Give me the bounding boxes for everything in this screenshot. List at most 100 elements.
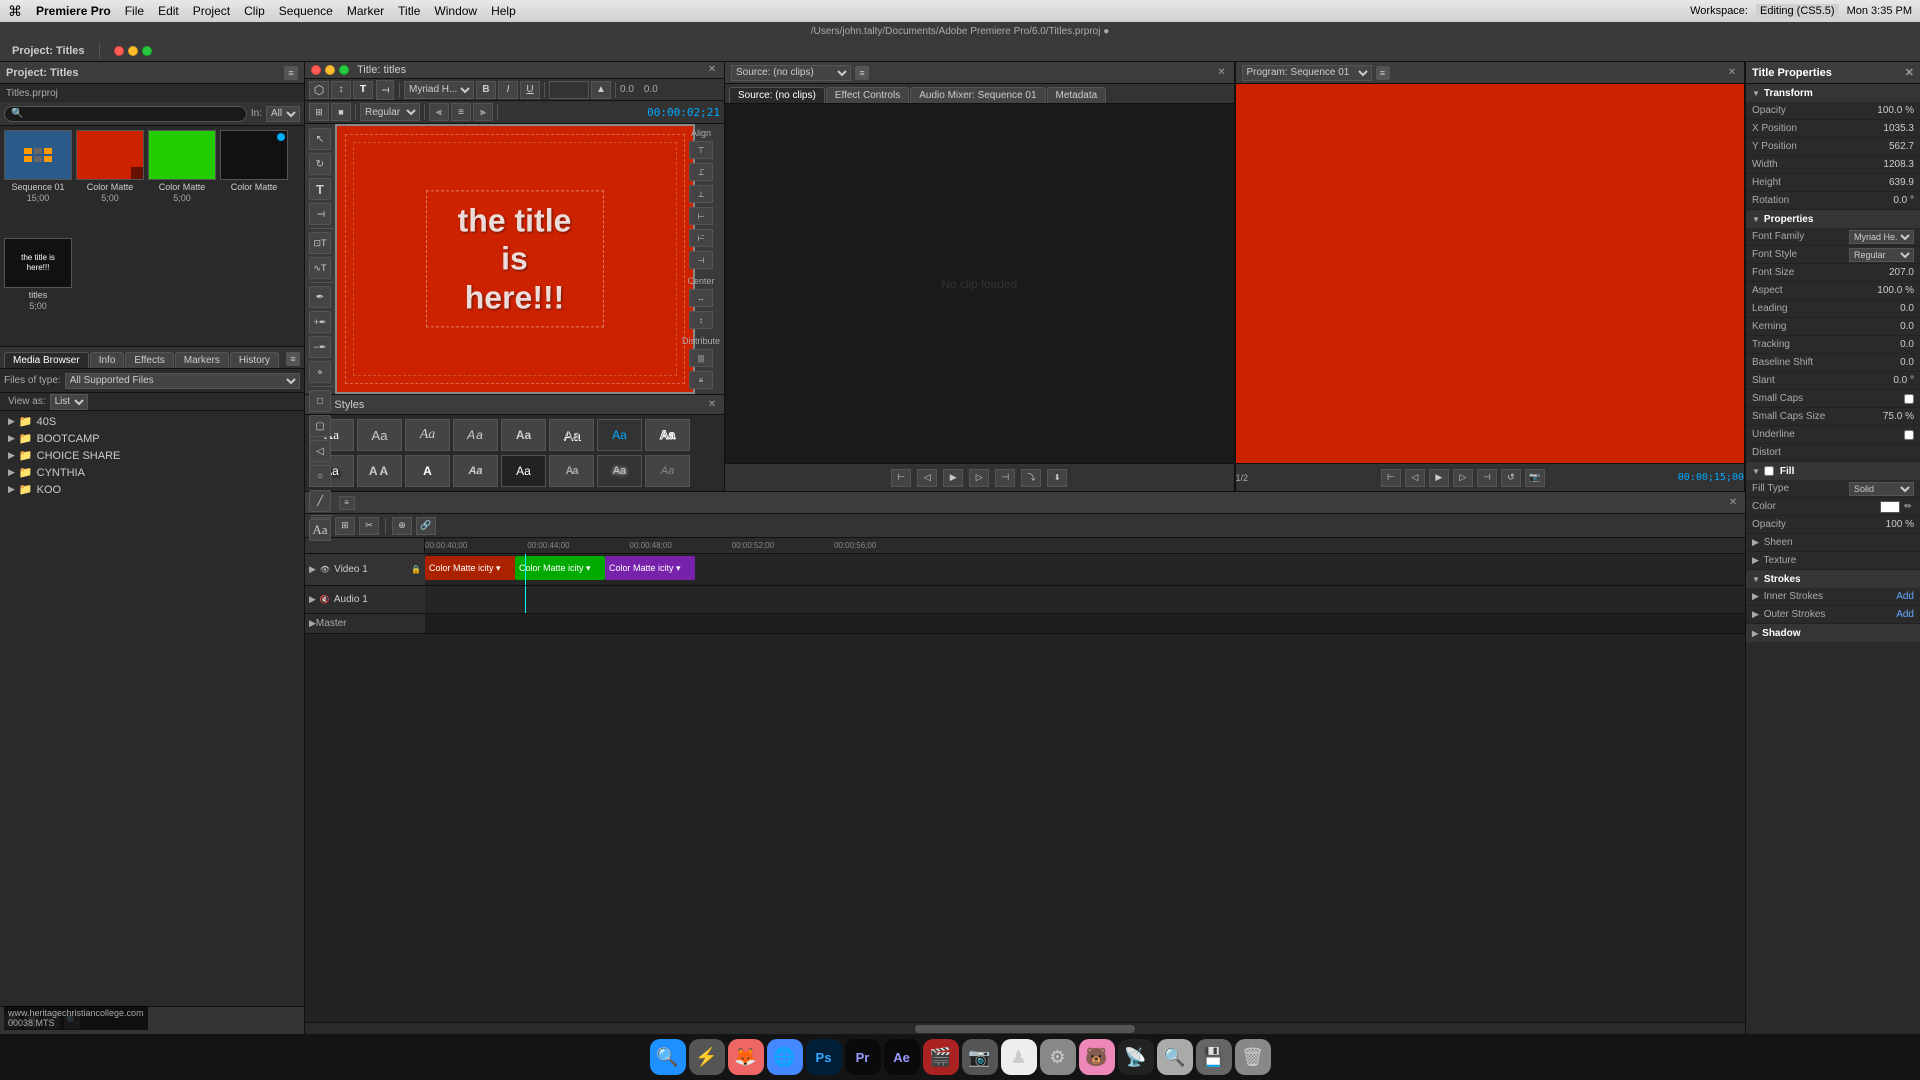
video1-expand[interactable]: ▶ xyxy=(309,564,316,575)
search-input[interactable] xyxy=(4,106,247,122)
roll-crawl-btn[interactable]: ⊞ xyxy=(309,103,329,121)
inner-add-link[interactable]: Add xyxy=(1896,591,1914,602)
font-size-up[interactable]: ▲ xyxy=(591,81,611,99)
seq-link[interactable]: 🔗 xyxy=(416,517,436,535)
font-style-select[interactable]: Regular xyxy=(360,103,420,121)
source-overwrite[interactable]: ⬇ xyxy=(1047,469,1067,487)
width-value[interactable]: 1208.3 xyxy=(1854,159,1914,170)
align-left[interactable]: ⊢ xyxy=(689,207,713,225)
dock-settings[interactable]: ⚙ xyxy=(1040,1039,1076,1075)
dock-premiere[interactable]: Pr xyxy=(845,1039,881,1075)
dock-search2[interactable]: 🔍 xyxy=(1157,1039,1193,1075)
tool-vertical-type[interactable]: T xyxy=(376,80,394,100)
style-2[interactable]: Aa xyxy=(357,419,402,451)
dock-finder[interactable]: 🔍 xyxy=(650,1039,686,1075)
dist-vert[interactable]: ≡ xyxy=(689,371,713,389)
tab-audio-mixer[interactable]: Audio Mixer: Sequence 01 xyxy=(910,87,1045,103)
tool-ellipse[interactable]: ○ xyxy=(309,465,331,487)
center-vert[interactable]: ↕ xyxy=(689,311,713,329)
source-goto-in[interactable]: ⊢ xyxy=(891,469,911,487)
in-select[interactable]: All xyxy=(266,106,300,122)
prog-step-fwd[interactable]: ▷ xyxy=(1453,469,1473,487)
dock-chess[interactable]: ♟ xyxy=(1001,1039,1037,1075)
tool-select[interactable]: ⬡ xyxy=(309,81,329,99)
tab-effects[interactable]: Effects xyxy=(125,352,173,368)
style-15[interactable]: Aa xyxy=(597,455,642,487)
dock-photoshop[interactable]: Ps xyxy=(806,1039,842,1075)
style-16[interactable]: Aa xyxy=(645,455,690,487)
style-8[interactable]: Aa xyxy=(645,419,690,451)
min-btn[interactable] xyxy=(128,46,138,56)
tool-rotate[interactable]: ↻ xyxy=(309,153,331,175)
list-item[interactable]: Sequence 01 15;00 xyxy=(4,130,72,234)
font-size-prop-value[interactable]: 207.0 xyxy=(1854,267,1914,278)
prog-loop[interactable]: ↺ xyxy=(1501,469,1521,487)
title-max-btn[interactable] xyxy=(339,65,349,75)
xpos-value[interactable]: 1035.3 xyxy=(1854,123,1914,134)
outer-add-link[interactable]: Add xyxy=(1896,609,1914,620)
transform-section[interactable]: ▼ Transform xyxy=(1746,84,1920,102)
tool-roll[interactable]: ↕ xyxy=(331,81,351,99)
center-horiz[interactable]: ↔ xyxy=(689,289,713,307)
title-min-btn[interactable] xyxy=(325,65,335,75)
source-step-back[interactable]: ◁ xyxy=(917,469,937,487)
style-14[interactable]: Aa xyxy=(549,455,594,487)
prog-step-back[interactable]: ◁ xyxy=(1405,469,1425,487)
source-play[interactable]: ▶ xyxy=(943,469,963,487)
max-btn[interactable] xyxy=(142,46,152,56)
tool-font-preview[interactable]: Aa xyxy=(309,519,331,541)
view-as-select[interactable]: List xyxy=(50,394,88,410)
program-dropdown[interactable]: Program: Sequence 01 xyxy=(1242,65,1372,81)
video1-lock[interactable]: 🔒 xyxy=(411,565,421,574)
source-dropdown[interactable]: Source: (no clips) xyxy=(731,65,851,81)
master-expand[interactable]: ▶ xyxy=(309,618,316,629)
project-settings-btn[interactable]: ≡ xyxy=(284,66,298,80)
marker-menu[interactable]: Marker xyxy=(347,4,384,18)
tool-type[interactable]: T xyxy=(353,81,373,99)
fill-opacity-value[interactable]: 100 % xyxy=(1854,519,1914,530)
media-panel-settings[interactable]: ≡ xyxy=(286,352,300,366)
seq-settings[interactable]: ≡ xyxy=(339,496,355,510)
style-11[interactable]: A xyxy=(405,455,450,487)
props-close-btn[interactable]: ✕ xyxy=(1905,66,1914,79)
audio1-expand[interactable]: ▶ xyxy=(309,594,316,605)
style-7[interactable]: Aa xyxy=(597,419,642,451)
still-btn[interactable]: ■ xyxy=(331,103,351,121)
properties-section[interactable]: ▼ Properties xyxy=(1746,210,1920,228)
shadow-section[interactable]: ▶ Shadow xyxy=(1746,624,1920,642)
help-menu[interactable]: Help xyxy=(491,4,516,18)
style-4[interactable]: Aa xyxy=(453,419,498,451)
tool-del-point[interactable]: −✒ xyxy=(309,336,331,358)
tab-info[interactable]: Info xyxy=(90,352,125,368)
workspace-mode[interactable]: Editing (CS5.5) xyxy=(1756,4,1839,18)
apple-menu[interactable]: ⌘ xyxy=(8,3,22,20)
list-item[interactable]: Color Matte 5;00 xyxy=(76,130,144,234)
folder-koo[interactable]: ▶ 📁 KOO xyxy=(0,481,304,498)
tab-metadata[interactable]: Metadata xyxy=(1047,87,1107,103)
tab-effect-controls[interactable]: Effect Controls xyxy=(826,87,909,103)
italic-btn[interactable]: I xyxy=(498,81,518,99)
source-close[interactable]: ✕ xyxy=(1216,67,1228,79)
style-12[interactable]: Aa xyxy=(453,455,498,487)
tool-rounded-rect[interactable]: ▢ xyxy=(309,415,331,437)
dock-launchpad[interactable]: ⚡ xyxy=(689,1039,725,1075)
folder-bootcamp[interactable]: ▶ 📁 BOOTCAMP xyxy=(0,430,304,447)
tab-history[interactable]: History xyxy=(230,352,279,368)
dock-trash[interactable]: 🗑 xyxy=(1235,1039,1271,1075)
project-menu[interactable]: Project xyxy=(193,4,230,18)
prog-goto-in[interactable]: ⊢ xyxy=(1381,469,1401,487)
aspect-value[interactable]: 100.0 % xyxy=(1854,285,1914,296)
window-menu[interactable]: Window xyxy=(434,4,477,18)
align-vcenter[interactable]: ⊥̄ xyxy=(689,163,713,181)
prog-camera[interactable]: 📷 xyxy=(1525,469,1545,487)
underline-btn[interactable]: U xyxy=(520,81,540,99)
source-insert[interactable]: ⤵ xyxy=(1021,469,1041,487)
tool-vert-t[interactable]: T xyxy=(309,203,331,225)
style-13[interactable]: Aa xyxy=(501,455,546,487)
dist-horiz[interactable]: ||| xyxy=(689,349,713,367)
tool-text-t[interactable]: T xyxy=(309,178,331,200)
font-style-prop-select[interactable]: Regular xyxy=(1849,248,1914,262)
tracking-value[interactable]: 0.0 xyxy=(1854,339,1914,350)
tool-convert[interactable]: ⋄ xyxy=(309,361,331,383)
fill-checkbox[interactable] xyxy=(1764,466,1774,476)
